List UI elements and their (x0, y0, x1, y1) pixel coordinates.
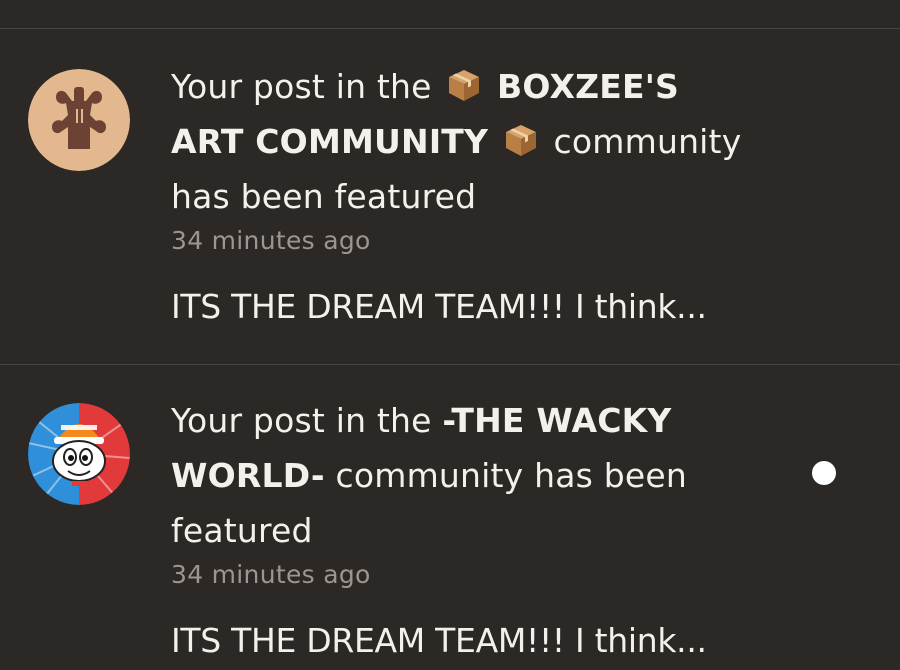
package-box-icon (446, 64, 482, 101)
notification-message: Your post in the BOXZEE'S ART COMMUNITY (171, 59, 781, 224)
brown-figure-avatar-icon (28, 69, 130, 171)
post-preview[interactable]: ITS THE DREAM TEAM!!! I think... (171, 621, 781, 660)
message-prefix: Your post in the (171, 401, 432, 440)
community-name-part2: ART COMMUNITY (171, 122, 489, 161)
community-name-part2: WORLD- (171, 456, 325, 495)
message-suffix: community has been (335, 456, 687, 495)
community-avatar[interactable] (28, 403, 130, 505)
notification-message: Your post in the -THE WACKY WORLD- commu… (171, 393, 781, 558)
community-avatar[interactable] (28, 69, 130, 171)
notification-time: 34 minutes ago (171, 560, 371, 589)
package-box-icon (503, 119, 539, 156)
cartoon-character-avatar-icon (28, 403, 130, 505)
community-name-part1: -THE WACKY (442, 401, 672, 440)
message-suffix-2: featured (171, 511, 313, 550)
notification-item[interactable]: Your post in the -THE WACKY WORLD- commu… (0, 365, 900, 670)
message-suffix-2: has been featured (171, 177, 477, 216)
notification-content: Your post in the -THE WACKY WORLD- commu… (171, 393, 781, 660)
notification-content: Your post in the BOXZEE'S ART COMMUNITY (171, 59, 781, 326)
notification-item[interactable]: Your post in the BOXZEE'S ART COMMUNITY (0, 29, 900, 363)
post-preview[interactable]: ITS THE DREAM TEAM!!! I think... (171, 287, 781, 326)
message-prefix: Your post in the (171, 67, 432, 106)
message-suffix: community (553, 122, 742, 161)
notification-time: 34 minutes ago (171, 226, 371, 255)
community-name-part1: BOXZEE'S (497, 67, 680, 106)
unread-indicator (812, 461, 836, 485)
